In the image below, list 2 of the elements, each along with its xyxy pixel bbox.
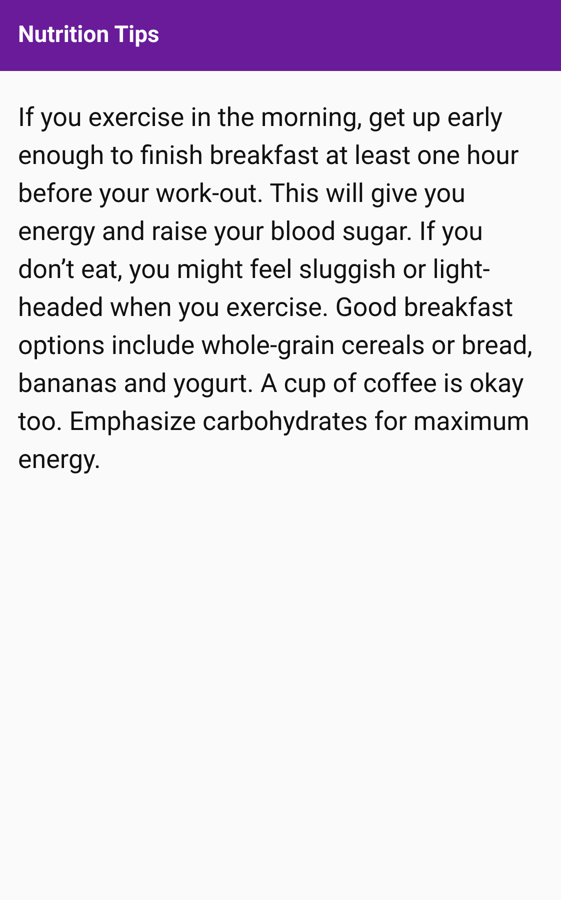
app-title: Nutrition Tips bbox=[18, 20, 160, 50]
tip-paragraph: If you exercise in the morning, get up early enough to finish breakfast at least one hour before your work-out. This will give you energy and raise your blood sugar. If you don’t eat, you might feel sluggish or light-headed when you exercise. Good breakfast options include whole-grain cereals or bread, bananas and yogurt. A cup of coffee is okay too. Emphasize carbohydrates for maximum energy. bbox=[17, 102, 534, 477]
